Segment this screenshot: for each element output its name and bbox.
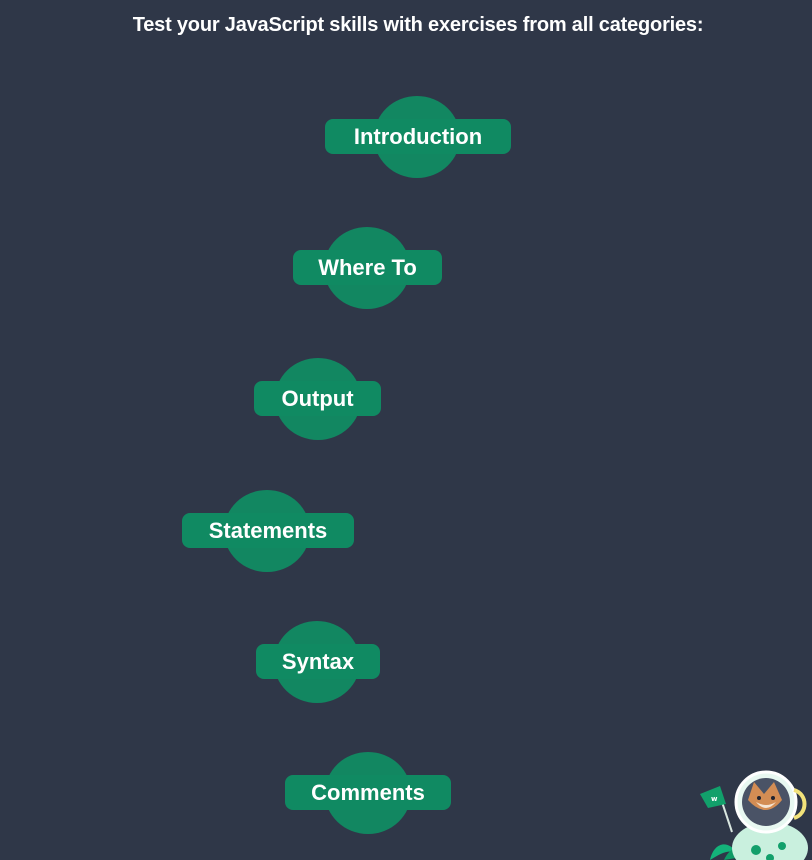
category-node-where-to[interactable]: Where To [293,227,442,309]
page-heading: Test your JavaScript skills with exercis… [132,14,704,36]
category-button-output[interactable]: Output [254,381,381,416]
category-button-syntax[interactable]: Syntax [256,644,380,679]
category-button-where-to[interactable]: Where To [293,250,442,285]
category-button-comments[interactable]: Comments [285,775,451,810]
category-node-introduction[interactable]: Introduction [325,96,511,178]
svg-text:w: w [711,795,718,803]
category-button-introduction[interactable]: Introduction [325,119,511,154]
astronaut-fox-mascot-icon: w [700,770,808,860]
category-node-comments[interactable]: Comments [285,752,451,834]
category-node-output[interactable]: Output [254,358,381,440]
category-node-syntax[interactable]: Syntax [256,621,380,703]
category-node-statements[interactable]: Statements [182,490,354,572]
category-button-statements[interactable]: Statements [182,513,354,548]
exercises-page: Test your JavaScript skills with exercis… [0,0,812,860]
